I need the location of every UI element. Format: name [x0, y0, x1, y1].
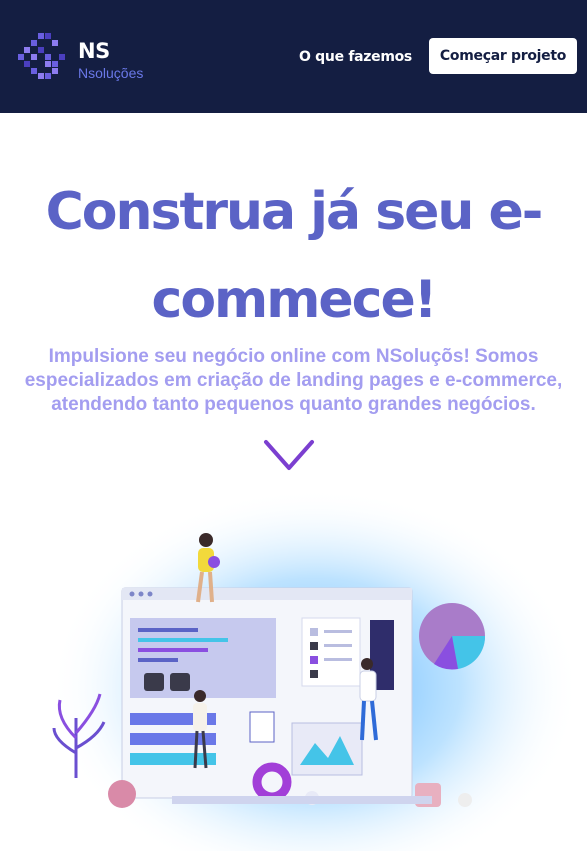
ns-logo-icon[interactable] [18, 33, 68, 79]
stand-base [172, 796, 432, 804]
navbar: NS Nsoluções O que fazemos Começar proje… [0, 0, 587, 113]
nav-link-what-we-do[interactable]: O que fazemos [299, 48, 412, 66]
brand-name[interactable]: NS [78, 40, 110, 62]
pie-chart [419, 603, 486, 670]
white-ball [458, 793, 472, 807]
hero-title: Construa já seu e-commece! [45, 182, 544, 330]
pink-ball [108, 780, 136, 808]
brand-subtitle[interactable]: Nsoluções [78, 65, 143, 81]
start-project-button[interactable]: Começar projeto [429, 38, 577, 74]
chevron-down-icon[interactable] [262, 436, 316, 474]
hero-illustration [50, 488, 580, 851]
hero-description: Impulsione seu negócio online com NSoluç… [24, 346, 563, 415]
